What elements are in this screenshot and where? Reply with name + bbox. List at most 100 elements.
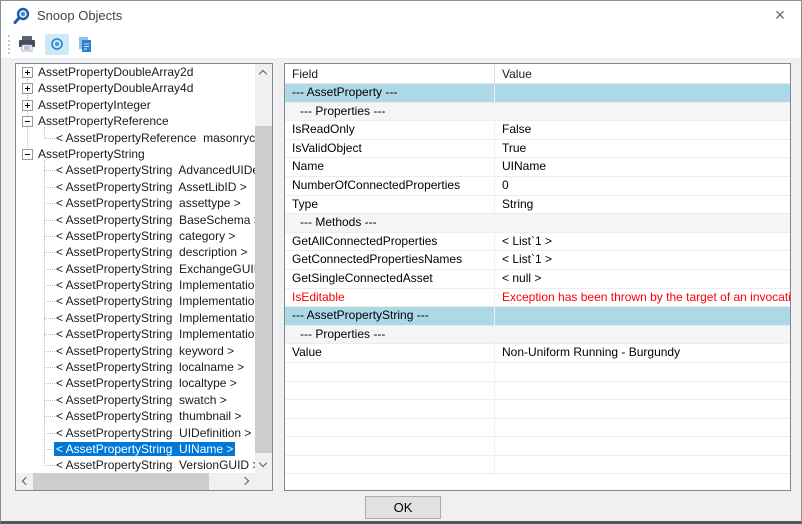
table-row[interactable]: IsValidObjectTrue [285,140,790,159]
value-cell: < null > [495,270,790,288]
scroll-down-button[interactable] [255,456,272,473]
close-button[interactable]: × [763,1,797,31]
toolbar-grip[interactable] [8,35,11,54]
tree-item[interactable]: < AssetPropertyString BaseSchema > [16,212,255,228]
table-row[interactable]: NumberOfConnectedProperties0 [285,177,790,196]
tree-item[interactable]: < AssetPropertyString assettype > [16,195,255,211]
field-cell: GetAllConnectedProperties [285,233,495,252]
tree-item[interactable]: AssetPropertyString [16,146,255,162]
tree-item-label[interactable]: < AssetPropertyString BaseSchema > [54,213,255,227]
collapse-icon[interactable] [22,149,33,160]
tree-item[interactable]: < AssetPropertyString localtype > [16,375,255,391]
tree-item[interactable]: < AssetPropertyString thumbnail > [16,408,255,424]
print-preview-button[interactable] [45,34,69,55]
tree-item[interactable]: AssetPropertyDoubleArray4d [16,80,255,96]
tree-item[interactable]: < AssetPropertyString UIName > [16,441,255,457]
horizontal-scroll-thumb[interactable] [33,473,209,490]
empty-row [285,456,790,475]
tree-item-label[interactable]: < AssetPropertyString ImplementationP [54,327,255,341]
scroll-right-button[interactable] [238,473,255,490]
tree-item-label[interactable]: < AssetPropertyString swatch > [54,393,229,407]
properties-list-panel: Field Value --- AssetProperty ------ Pro… [284,63,791,491]
scroll-left-button[interactable] [16,473,33,490]
print-button[interactable] [15,34,39,55]
field-cell: Type [285,196,495,215]
tree-item-label[interactable]: AssetPropertyDoubleArray2d [36,65,195,79]
tree-item[interactable]: < AssetPropertyString AssetLibID > [16,179,255,195]
table-row[interactable]: --- AssetPropertyString --- [285,307,790,326]
tree-item-label[interactable]: < AssetPropertyString UIDefinition > [54,426,253,440]
tree-item-label[interactable]: < AssetPropertyString localname > [54,360,246,374]
tree-vertical-scrollbar[interactable] [255,64,272,473]
tree-item[interactable]: AssetPropertyDoubleArray2d [16,64,255,80]
tree-item-label[interactable]: < AssetPropertyReference masonrycmu [54,131,255,145]
tree-item-label[interactable]: AssetPropertyDoubleArray4d [36,81,195,95]
tree-item-label[interactable]: < AssetPropertyString assettype > [54,196,243,210]
tree-item[interactable]: < AssetPropertyString category > [16,228,255,244]
field-cell: Value [285,344,495,363]
table-row[interactable]: --- Methods --- [285,214,790,233]
tree-item-label[interactable]: < AssetPropertyString keyword > [54,344,236,358]
table-row[interactable]: --- AssetProperty --- [285,84,790,103]
table-row[interactable]: GetAllConnectedProperties< List`1 > [285,233,790,252]
field-cell [285,363,495,382]
tree-item-label[interactable]: < AssetPropertyString VersionGUID > [54,458,255,472]
tree-item-label[interactable]: < AssetPropertyString ImplementationM [54,294,255,308]
tree-item-label[interactable]: < AssetPropertyString category > [54,229,237,243]
tree-item-label[interactable]: < AssetPropertyString ImplementationG [54,278,255,292]
tree-item-label[interactable]: AssetPropertyReference [36,114,171,128]
table-row[interactable]: GetSingleConnectedAsset< null > [285,270,790,289]
table-row[interactable]: NameUIName [285,158,790,177]
tree-item-label[interactable]: < AssetPropertyString AssetLibID > [54,180,249,194]
tree-item-label[interactable]: < AssetPropertyString thumbnail > [54,409,243,423]
tree-item-label[interactable]: AssetPropertyInteger [36,98,153,112]
tree-item[interactable]: < AssetPropertyString UIDefinition > [16,425,255,441]
tree-item[interactable]: AssetPropertyInteger [16,97,255,113]
tree-item-label[interactable]: < AssetPropertyString ExchangeGUID [54,262,255,276]
tree-item[interactable]: < AssetPropertyString keyword > [16,343,255,359]
vertical-scroll-thumb[interactable] [255,126,272,453]
expand-icon[interactable] [22,67,33,78]
empty-row [285,437,790,456]
table-row[interactable]: --- Properties --- [285,103,790,122]
ok-button[interactable]: OK [365,496,441,519]
tree-item[interactable]: < AssetPropertyString ImplementationO [16,310,255,326]
table-row[interactable]: ValueNon-Uniform Running - Burgundy [285,344,790,363]
expand-icon[interactable] [22,100,33,111]
empty-row [285,419,790,438]
tree-item[interactable]: < AssetPropertyString swatch > [16,392,255,408]
tree-item-label[interactable]: < AssetPropertyString ImplementationO [54,311,255,325]
table-row[interactable]: IsEditableException has been thrown by t… [285,289,790,308]
tree-item[interactable]: < AssetPropertyString ExchangeGUID [16,261,255,277]
tree-item[interactable]: < AssetPropertyString ImplementationP [16,326,255,342]
field-cell [285,419,495,438]
field-cell: Name [285,158,495,177]
tree-item[interactable]: < AssetPropertyReference masonrycmu [16,130,255,146]
tree-item-label[interactable]: < AssetPropertyString UIName > [54,442,235,456]
tree-item-label[interactable]: AssetPropertyString [36,147,147,161]
tree-item-label[interactable]: < AssetPropertyString AdvancedUIDefi [54,163,255,177]
tree-item-label[interactable]: < AssetPropertyString description > [54,245,249,259]
value-cell: String [495,196,790,214]
table-row[interactable]: TypeString [285,196,790,215]
tree-item[interactable]: < AssetPropertyString description > [16,244,255,260]
tree-item[interactable]: < AssetPropertyString VersionGUID > [16,457,255,473]
column-header-value[interactable]: Value [495,64,790,84]
tree-horizontal-scrollbar[interactable] [16,473,255,490]
expand-icon[interactable] [22,83,33,94]
column-header-field[interactable]: Field [285,64,495,84]
collapse-icon[interactable] [22,116,33,127]
tree-item[interactable]: < AssetPropertyString AdvancedUIDefi [16,162,255,178]
copy-button[interactable] [73,34,97,55]
tree-item[interactable]: < AssetPropertyString ImplementationM [16,293,255,309]
scroll-up-button[interactable] [255,64,272,81]
tree-item-label[interactable]: < AssetPropertyString localtype > [54,376,239,390]
tree-item[interactable]: < AssetPropertyString localname > [16,359,255,375]
tree-item[interactable]: AssetPropertyReference [16,113,255,129]
table-row[interactable]: IsReadOnlyFalse [285,121,790,140]
field-cell: --- Properties --- [285,103,495,122]
tree-item[interactable]: < AssetPropertyString ImplementationG [16,277,255,293]
field-cell: IsValidObject [285,140,495,159]
table-row[interactable]: --- Properties --- [285,326,790,345]
table-row[interactable]: GetConnectedPropertiesNames< List`1 > [285,251,790,270]
